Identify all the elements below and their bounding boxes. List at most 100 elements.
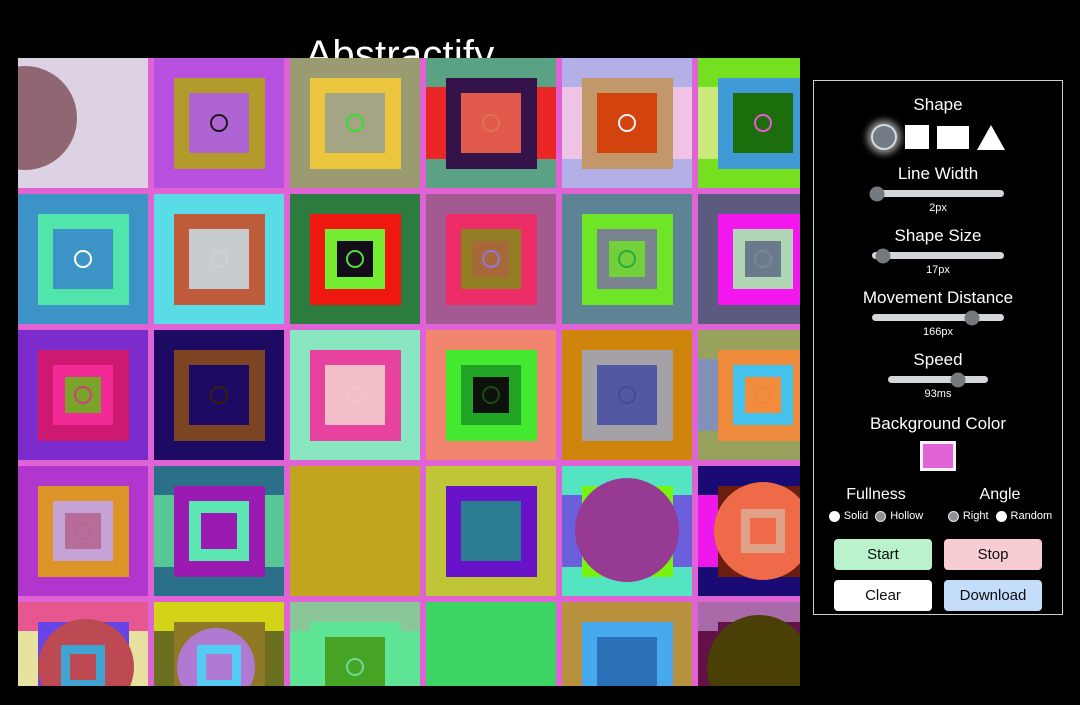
fullness-label: Fullness (846, 486, 906, 503)
fullness-option-solid[interactable]: Solid (828, 510, 869, 523)
movement-distance-thumb[interactable] (964, 310, 980, 325)
radio-dot-hollow[interactable] (875, 511, 887, 522)
art-cell (154, 194, 284, 324)
art-cell (562, 58, 692, 188)
art-cell (426, 58, 556, 188)
art-cell (18, 602, 148, 686)
square-shape-icon (905, 125, 929, 149)
art-ring (618, 114, 636, 132)
speed-label: Speed (913, 350, 963, 369)
art-ring (346, 386, 364, 404)
speed-track[interactable] (888, 372, 988, 387)
art-ring (346, 114, 364, 132)
shape-size-label: Shape Size (894, 226, 982, 245)
art-cell (698, 194, 800, 324)
art-ring (74, 250, 92, 268)
clear-button[interactable]: Clear (834, 580, 932, 611)
art-cell (290, 602, 420, 686)
art-ring (482, 386, 500, 404)
art-cell (698, 330, 800, 460)
shape-size-value: 17px (926, 264, 950, 276)
background-color-swatch[interactable] (920, 441, 956, 471)
art-cell (290, 466, 420, 596)
art-cell (290, 194, 420, 324)
art-circle (575, 478, 679, 582)
fullness-hollow-label: Hollow (890, 510, 924, 522)
speed-slider[interactable]: 93ms (814, 372, 1062, 401)
art-cell (698, 602, 800, 686)
art-cell (562, 330, 692, 460)
line-width-label: Line Width (897, 164, 979, 183)
triangle-shape-icon (977, 124, 1005, 150)
shape-size-thumb[interactable] (875, 248, 891, 263)
shape-label: Shape (913, 95, 963, 114)
fullness-group: Fullness Solid Hollow (814, 485, 938, 523)
art-cell (698, 466, 800, 596)
movement-distance-track[interactable] (872, 310, 1004, 325)
art-cell (426, 194, 556, 324)
shape-option-square[interactable] (905, 125, 929, 149)
angle-option-random[interactable]: Random (995, 510, 1052, 523)
generative-art-canvas[interactable] (18, 58, 800, 686)
art-layer (750, 518, 776, 544)
art-cell (426, 466, 556, 596)
art-cell (154, 466, 284, 596)
art-cell (290, 58, 420, 188)
art-cell (18, 58, 148, 188)
shape-picker[interactable] (814, 121, 1062, 153)
art-ring (754, 386, 772, 404)
angle-option-right[interactable]: Right (947, 510, 989, 523)
art-cell (290, 330, 420, 460)
art-cell (426, 330, 556, 460)
art-cell (154, 330, 284, 460)
art-ring (618, 658, 636, 676)
stop-button[interactable]: Stop (944, 539, 1042, 570)
shape-option-circle[interactable] (871, 124, 897, 150)
radio-dot-right[interactable] (947, 511, 959, 522)
art-ring (210, 386, 228, 404)
radio-dot-solid[interactable] (828, 511, 840, 522)
art-cell (698, 58, 800, 188)
movement-distance-value: 166px (923, 326, 953, 338)
art-ring (74, 522, 92, 540)
movement-distance-label: Movement Distance (862, 288, 1014, 307)
art-cell (562, 602, 692, 686)
art-ring (754, 114, 772, 132)
speed-thumb[interactable] (950, 372, 966, 387)
shape-option-triangle[interactable] (977, 124, 1005, 150)
radio-dot-random[interactable] (995, 511, 1007, 522)
download-button[interactable]: Download (944, 580, 1042, 611)
art-cell (154, 602, 284, 686)
movement-distance-slider[interactable]: 166px (814, 310, 1062, 339)
art-ring (346, 522, 364, 540)
shape-option-rectangle[interactable] (937, 125, 969, 149)
art-ring (618, 386, 636, 404)
art-cell (18, 466, 148, 596)
fullness-solid-label: Solid (843, 510, 869, 522)
art-cell (562, 466, 692, 596)
angle-label: Angle (979, 486, 1021, 503)
circle-shape-icon (871, 124, 897, 150)
angle-right-label: Right (962, 510, 989, 522)
art-ring (482, 658, 500, 676)
start-button[interactable]: Start (834, 539, 932, 570)
line-width-track[interactable] (869, 186, 1004, 201)
art-ring (74, 386, 92, 404)
fullness-option-hollow[interactable]: Hollow (875, 510, 923, 523)
line-width-value: 2px (929, 202, 947, 214)
art-ring (210, 250, 228, 268)
art-cell (426, 602, 556, 686)
art-layer (206, 654, 232, 680)
art-ring (210, 114, 228, 132)
art-cell (154, 58, 284, 188)
art-ring (210, 522, 228, 540)
radio-options-section: Fullness Solid Hollow Angle Right Random (814, 485, 1062, 523)
shape-size-slider[interactable]: 17px (814, 248, 1062, 277)
action-buttons: Start Stop Clear Download (814, 523, 1062, 611)
line-width-slider[interactable]: 2px (814, 186, 1062, 215)
art-ring (482, 250, 500, 268)
controls-panel: Shape Line Width 2px Shape Size 17px Mov… (813, 80, 1063, 615)
speed-value: 93ms (924, 388, 952, 400)
line-width-thumb[interactable] (869, 186, 885, 201)
shape-size-track[interactable] (872, 248, 1004, 263)
